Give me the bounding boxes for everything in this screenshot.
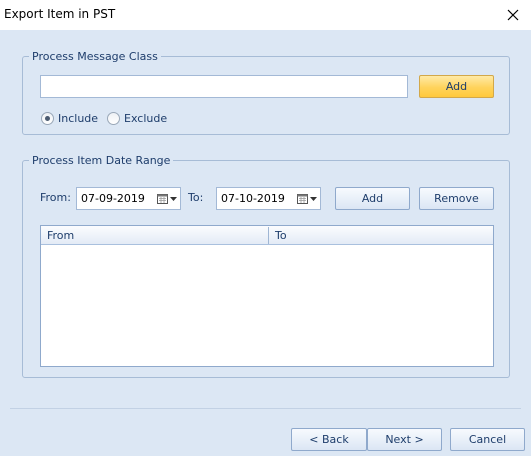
- window-title: Export Item in PST: [4, 7, 116, 21]
- remove-date-range-button[interactable]: Remove: [419, 187, 494, 210]
- include-label: Include: [58, 112, 99, 125]
- to-date-value: 07-10-2019: [221, 192, 285, 205]
- exclude-radio[interactable]: Exclude: [107, 112, 167, 125]
- title-bar: Export Item in PST: [0, 0, 531, 30]
- cancel-button[interactable]: Cancel: [450, 428, 525, 451]
- from-date-picker[interactable]: 07-09-2019: [76, 187, 181, 210]
- to-label: To:: [188, 191, 204, 204]
- date-range-legend: Process Item Date Range: [32, 154, 171, 167]
- from-date-dropdown[interactable]: [154, 188, 180, 209]
- include-radio[interactable]: Include: [41, 112, 98, 125]
- exclude-radio-circle[interactable]: [107, 112, 120, 125]
- from-label: From:: [40, 191, 71, 204]
- dialog-body: Process Message Class Add Include Exclud…: [0, 30, 531, 456]
- calendar-icon: [157, 193, 168, 204]
- message-class-legend: Process Message Class: [32, 50, 158, 63]
- date-range-list[interactable]: From To: [40, 225, 494, 367]
- chevron-down-icon: [170, 196, 177, 201]
- calendar-icon: [297, 193, 308, 204]
- exclude-label: Exclude: [124, 112, 168, 125]
- include-radio-circle[interactable]: [41, 112, 54, 125]
- to-date-picker[interactable]: 07-10-2019: [216, 187, 321, 210]
- back-button[interactable]: < Back: [291, 428, 367, 451]
- close-icon: [507, 9, 519, 21]
- column-header-to[interactable]: To: [269, 226, 493, 245]
- date-range-list-header: From To: [41, 226, 493, 245]
- from-date-value: 07-09-2019: [81, 192, 145, 205]
- add-date-range-button[interactable]: Add: [335, 187, 410, 210]
- to-date-dropdown[interactable]: [294, 188, 320, 209]
- column-header-from[interactable]: From: [41, 226, 268, 245]
- chevron-down-icon: [310, 196, 317, 201]
- footer-divider: [10, 408, 521, 409]
- add-message-class-button[interactable]: Add: [419, 75, 494, 98]
- close-button[interactable]: [495, 0, 531, 30]
- message-class-input[interactable]: [40, 75, 408, 98]
- next-button[interactable]: Next >: [367, 428, 442, 451]
